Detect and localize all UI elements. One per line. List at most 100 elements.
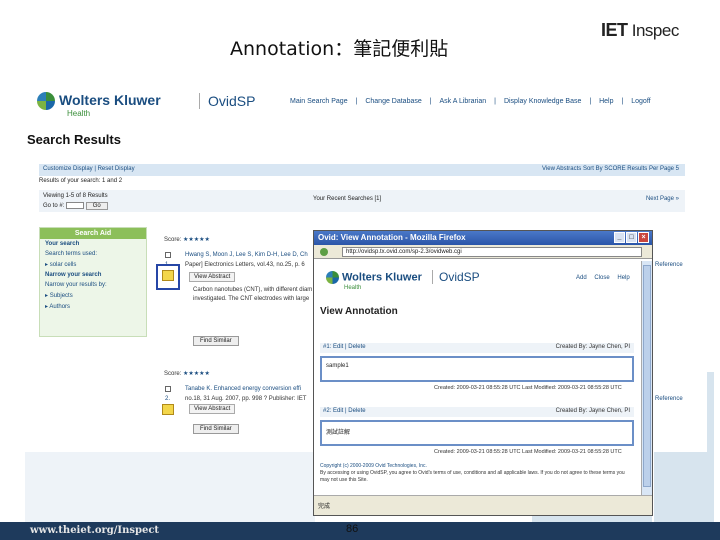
annotation-edit-delete[interactable]: #2: Edit | Delete [323,408,366,414]
wolters-kluwer-logo[interactable]: Wolters Kluwer [37,92,161,111]
page-title: Search Results [27,132,121,147]
record-authors[interactable]: Hwang S, Moon J, Lee S, Kim D-H, Lee D, … [185,252,308,258]
reset-display-link[interactable]: Reset Display [98,166,135,172]
nav-separator: | [621,98,624,105]
record-checkbox[interactable] [165,386,171,392]
search-term-text: solar cells [49,262,77,268]
authors-link[interactable]: ▸ Authors [40,301,146,312]
brand-sub: Health [67,109,91,118]
slide-title: Annotation：筆記便利貼 [230,38,449,60]
copyright-link[interactable]: Copyright (c) 2000-2009 Ovid Technologie… [320,463,634,470]
footer-url[interactable]: www.theiet.org/Inspect [30,525,159,536]
goto-input[interactable] [66,202,85,209]
window-controls: _ □ × [613,232,649,243]
authors-text: Authors [49,304,71,310]
view-annotation-heading: View Annotation [320,306,398,317]
record-source: Paper] Electronics Letters, vol.43, no.2… [185,262,305,268]
nav-separator: | [429,98,432,105]
reference-link[interactable]: Reference [655,262,683,268]
record-number: 2. [165,396,171,402]
search-aid-panel: Search Aid Your search Search terms used… [39,227,147,337]
record-score: Score: ★★★★★ [164,236,210,243]
annotation-text-box: sample1 [320,356,634,382]
inspec-logo-text: Inspec [631,21,680,40]
deco-block [25,452,315,522]
annotation-meta: Created: 2009-03-21 08:55:28 UTC Last Mo… [434,385,622,391]
annotation-text: sample1 [326,363,349,369]
your-search-label: Your search [45,241,80,247]
window-titlebar[interactable]: Ovid: View Annotation - Mozilla Firefox … [314,231,652,245]
address-bar: http://ovidsp.tx.ovid.com/sp-2.3/ovidweb… [314,245,652,259]
help-link[interactable]: Help [617,275,629,281]
popup-nav: Add Close Help [576,275,636,281]
terms-text: By accessing or using OvidSP, you agree … [320,470,625,483]
nav-knowledge-base[interactable]: Display Knowledge Base [504,98,581,105]
find-similar-button[interactable]: Find Similar [193,424,239,434]
annotation-highlight-box [156,264,180,290]
brand-text: Wolters Kluwer [59,92,161,108]
customize-display-link[interactable]: Customize Display [43,166,93,172]
minimize-icon[interactable]: _ [614,232,625,243]
add-link[interactable]: Add [576,275,587,281]
score-label: Score: [164,237,182,243]
narrow-search-label: Narrow your search [45,272,102,278]
view-annotation-window: Ovid: View Annotation - Mozilla Firefox … [313,230,653,516]
search-term-link[interactable]: ▸ solar cells [40,259,146,270]
find-similar-button[interactable]: Find Similar [193,336,239,346]
status-bar: 完成 [314,495,652,515]
record-authors[interactable]: Tanabe K. Enhanced energy conversion eff… [185,386,301,392]
close-link[interactable]: Close [594,275,609,281]
status-text: 完成 [318,504,331,510]
goto-button[interactable]: Go [85,202,108,211]
close-icon[interactable]: × [638,232,649,243]
nav-change-database[interactable]: Change Database [365,98,421,105]
nav-main-search[interactable]: Main Search Page [290,98,348,105]
search-aid-header: Search Aid [40,228,146,239]
nav-ask-librarian[interactable]: Ask A Librarian [440,98,487,105]
score-stars: ★★★★★ [183,237,210,243]
globe-icon [37,92,55,111]
popup-content: Wolters Kluwer Health OvidSP Add Close H… [314,261,640,495]
record-abstract-line2: investigated. The CNT electrodes with la… [193,296,310,302]
maximize-icon[interactable]: □ [626,232,637,243]
chevron-right-icon: » [675,196,679,202]
window-title: Ovid: View Annotation - Mozilla Firefox [318,233,466,242]
reference-link[interactable]: Reference [655,396,683,402]
annotation-header: #2: Edit | Delete Created By: Jayne Chen… [320,407,634,417]
annotation-created-by: Created By: Jayne Chen, PI [555,344,630,350]
annotation-note-icon[interactable] [162,404,174,415]
record-checkbox[interactable] [165,252,171,258]
narrow-by-label: Narrow your results by: [45,282,107,288]
top-nav: Main Search Page | Change Database | Ask… [287,98,654,105]
page-number: 86 [346,523,359,535]
scrollbar-thumb[interactable] [643,265,651,487]
record-source: no.18, 31 Aug. 2007, pp. 998 ? Publisher… [185,396,307,402]
nav-separator: | [355,98,358,105]
nav-help[interactable]: Help [599,98,613,105]
ovidsp-logo: OvidSP [432,270,480,284]
brand-text: Wolters Kluwer [342,271,422,284]
recent-searches-link[interactable]: Your Recent Searches [1] [313,196,381,202]
viewing-bar: Viewing 1-5 of 8 Results Go to #: Go You… [39,190,685,212]
results-header: Results of your search: 1 and 2 [39,178,123,184]
subjects-link[interactable]: ▸ Subjects [40,290,146,301]
score-stars: ★★★★★ [183,371,210,377]
annotation-edit-delete[interactable]: #1: Edit | Delete [323,344,366,350]
nav-logoff[interactable]: Logoff [631,98,650,105]
customize-bar: Customize Display | Reset Display View A… [39,164,685,176]
nav-separator: | [494,98,496,105]
next-page-link[interactable]: Next Page » [646,196,679,202]
wolters-kluwer-logo: Wolters Kluwer [326,271,422,284]
annotation-header: #1: Edit | Delete Created By: Jayne Chen… [320,343,634,353]
nav-separator: | [589,98,592,105]
goto-label: Go to #: [43,203,65,210]
sort-controls[interactable]: View Abstracts Sort By SCORE Results Per… [542,166,679,172]
view-abstract-button[interactable]: View Abstract [189,404,236,414]
view-abstract-button[interactable]: View Abstract [189,272,236,282]
url-field[interactable]: http://ovidsp.tx.ovid.com/sp-2.3/ovidweb… [342,247,642,257]
globe-icon [326,271,339,284]
ovidsp-logo[interactable]: OvidSP [199,93,255,109]
popup-scrollbar[interactable] [641,261,652,495]
next-page-label: Next Page [645,196,674,202]
score-label: Score: [164,371,182,377]
